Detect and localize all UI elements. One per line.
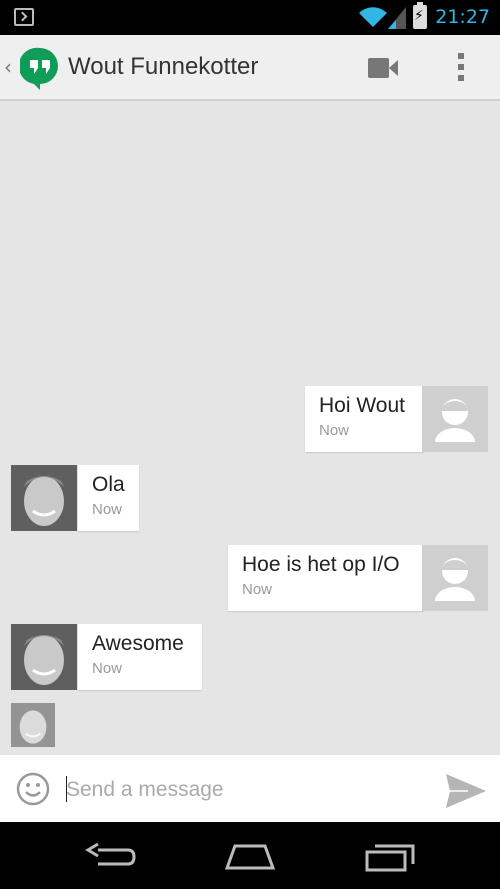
signal-icon: [388, 7, 406, 29]
message-time: Now: [92, 501, 123, 518]
message-input[interactable]: [66, 775, 426, 805]
emoji-icon[interactable]: [16, 772, 50, 806]
contact-photo: [11, 624, 77, 690]
conversation-title: Wout Funnekotter: [68, 53, 259, 80]
message-bubble-outgoing[interactable]: Hoi Wout Now: [305, 386, 424, 452]
message-time: Now: [92, 660, 123, 677]
video-call-icon[interactable]: [366, 55, 400, 81]
default-avatar-icon: [435, 558, 475, 601]
action-bar: ‹ Wout Funnekotter: [0, 35, 500, 101]
battery-charging-icon: ⚡: [413, 2, 427, 29]
default-avatar-icon: [435, 399, 475, 442]
overflow-menu-icon[interactable]: [450, 51, 472, 85]
send-icon[interactable]: [444, 772, 488, 810]
text-cursor: [66, 776, 67, 802]
avatar[interactable]: [422, 386, 488, 452]
message-text: Ola: [92, 473, 125, 496]
message-bubble-incoming[interactable]: Ola Now: [78, 465, 139, 531]
message-time: Now: [242, 581, 273, 598]
message-bubble-incoming[interactable]: Awesome Now: [78, 624, 202, 690]
recent-apps-icon[interactable]: [363, 840, 417, 874]
avatar[interactable]: [422, 545, 488, 611]
message-time: Now: [319, 422, 350, 439]
contact-photo: [11, 703, 55, 747]
up-chevron-icon[interactable]: ‹: [4, 55, 12, 79]
message-text: Hoe is het op I/O: [242, 553, 400, 576]
message-bubble-outgoing[interactable]: Hoe is het op I/O Now: [228, 545, 424, 611]
contact-photo: [11, 465, 77, 531]
avatar[interactable]: [11, 465, 77, 531]
message-text: Awesome: [92, 632, 184, 655]
status-bar: ⚡ 21:27: [0, 0, 500, 35]
hangouts-icon[interactable]: [20, 46, 60, 90]
avatar[interactable]: [11, 624, 77, 690]
message-text: Hoi Wout: [319, 394, 405, 417]
read-receipt-avatar: [11, 703, 55, 747]
navigation-bar: [0, 822, 500, 889]
back-icon[interactable]: [84, 840, 138, 874]
home-icon[interactable]: [223, 840, 277, 874]
clock: 21:27: [435, 6, 490, 28]
terminal-icon: [14, 8, 34, 26]
message-composer: [0, 755, 500, 822]
wifi-icon: [359, 7, 387, 27]
